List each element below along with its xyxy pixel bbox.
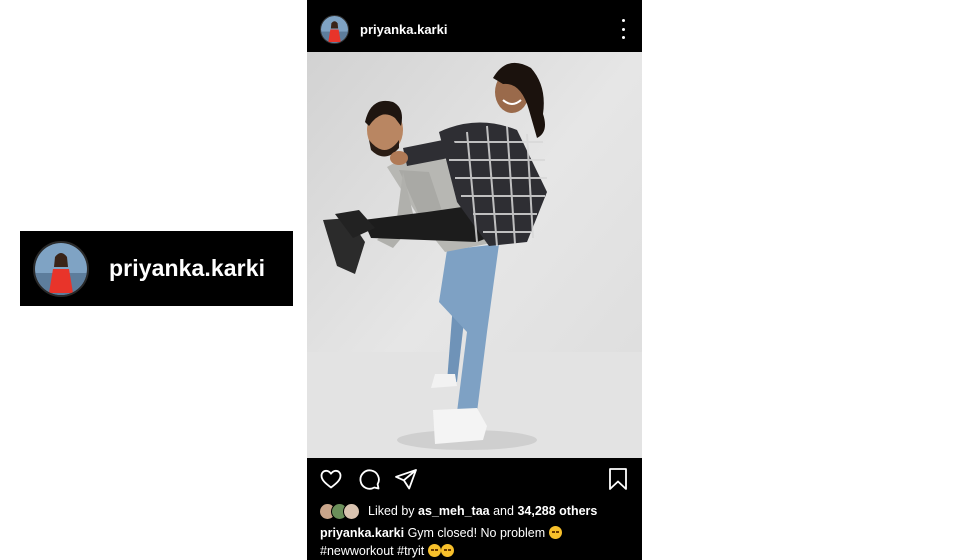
bookmark-icon[interactable]: [607, 467, 629, 491]
caption-username[interactable]: priyanka.karki: [320, 526, 404, 540]
avatar[interactable]: [320, 14, 349, 44]
avatar[interactable]: [33, 240, 89, 297]
smile-emoji-icon: [427, 544, 441, 557]
post-photo[interactable]: [307, 52, 642, 458]
post-header: priyanka.karki: [307, 6, 642, 52]
send-icon[interactable]: [394, 467, 418, 491]
post-username[interactable]: priyanka.karki: [360, 22, 447, 37]
liker-username[interactable]: as_meh_taa: [418, 504, 490, 518]
zoomed-profile-badge: priyanka.karki: [20, 231, 293, 306]
comment-icon[interactable]: [357, 467, 381, 491]
likes-summary[interactable]: Liked by as_meh_taa and 34,288 others: [319, 502, 597, 520]
smile-emoji-icon: [440, 544, 454, 557]
liker-avatars: [319, 502, 360, 520]
likes-prefix: Liked by: [368, 504, 415, 518]
post-action-bar: [307, 458, 642, 500]
post-caption: priyanka.karki Gym closed! No problem #n…: [320, 524, 632, 560]
likes-joiner: and: [493, 504, 514, 518]
heart-icon[interactable]: [319, 467, 343, 491]
more-vertical-icon[interactable]: [620, 19, 626, 39]
zoomed-username: priyanka.karki: [109, 255, 266, 281]
caption-text: Gym closed! No problem: [407, 526, 546, 540]
avatar: [343, 502, 360, 520]
smile-emoji-icon: [548, 526, 562, 539]
likes-others-count[interactable]: 34,288 others: [517, 504, 597, 518]
caption-hashtags[interactable]: #newworkout #tryit: [320, 544, 424, 558]
instagram-post-screen: priyanka.karki Liked by as_meh_taa and 3…: [307, 0, 642, 560]
